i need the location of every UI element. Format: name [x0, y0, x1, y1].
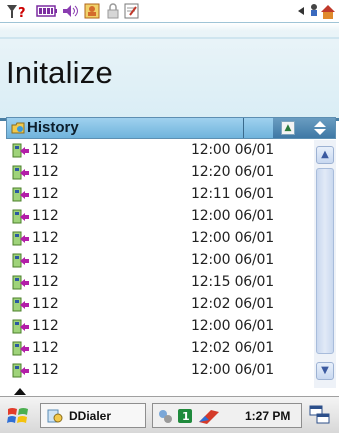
- call-time: 12:00 06/01: [191, 142, 274, 158]
- system-tray: 1 1:27 PM: [152, 403, 302, 428]
- call-time: 12:20 06/01: [191, 164, 274, 180]
- call-number: 112: [32, 274, 59, 290]
- history-folder-icon: [11, 122, 25, 134]
- history-row[interactable]: 112 12:02 06/01: [6, 295, 316, 314]
- call-number: 112: [32, 296, 59, 312]
- scroll-down-button[interactable]: ▼: [316, 362, 334, 380]
- title-stripe: [0, 37, 339, 39]
- volume-icon[interactable]: [62, 4, 80, 18]
- ddialer-task-button[interactable]: DDialer: [40, 403, 146, 428]
- call-time: 12:00 06/01: [191, 318, 274, 334]
- page-title: Initalize: [6, 55, 113, 90]
- filter-icon[interactable]: ▲: [281, 121, 295, 135]
- call-number: 112: [32, 252, 59, 268]
- header-tools: ▲: [273, 118, 335, 138]
- call-entry-icon: [12, 253, 29, 268]
- history-row[interactable]: 112 12:00 06/01: [6, 317, 316, 336]
- start-windows-icon[interactable]: [6, 405, 30, 427]
- svg-text:1: 1: [182, 410, 190, 423]
- notes-icon[interactable]: [124, 3, 140, 19]
- status-bar: ?: [0, 0, 339, 22]
- call-number: 112: [32, 164, 59, 180]
- call-entry-icon: [12, 275, 29, 290]
- battery-icon[interactable]: [36, 4, 58, 18]
- history-label: History: [27, 119, 79, 136]
- history-header[interactable]: History ▲: [6, 117, 336, 139]
- call-entry-icon: [12, 341, 29, 356]
- history-row[interactable]: 112 12:00 06/01: [6, 251, 316, 270]
- call-entry-icon: [12, 363, 29, 378]
- history-row[interactable]: 112 12:00 06/01: [6, 229, 316, 248]
- svg-text:?: ?: [18, 6, 26, 19]
- taskbar: DDialer 1 1:27 PM: [0, 396, 339, 433]
- scroll-thumb[interactable]: [316, 168, 334, 354]
- signal-unknown-icon[interactable]: ?: [6, 3, 28, 19]
- sort-icon[interactable]: [313, 120, 327, 136]
- history-row[interactable]: 112 12:15 06/01: [6, 273, 316, 292]
- network-icon[interactable]: [307, 2, 335, 20]
- ddialer-app-icon: [47, 409, 63, 423]
- list-scrollbar[interactable]: ▲ ▼: [314, 140, 336, 388]
- call-time: 12:00 06/01: [191, 252, 274, 268]
- call-time: 12:02 06/01: [191, 340, 274, 356]
- sim-icon[interactable]: 1: [177, 408, 193, 424]
- history-row[interactable]: 112 12:00 06/01: [6, 141, 316, 160]
- call-time: 12:00 06/01: [191, 208, 274, 224]
- call-number: 112: [32, 362, 59, 378]
- call-entry-icon: [12, 297, 29, 312]
- call-entry-icon: [12, 165, 29, 180]
- header-divider: [243, 118, 244, 138]
- call-time: 12:02 06/01: [191, 296, 274, 312]
- signal-flag-icon[interactable]: [197, 408, 221, 424]
- history-row[interactable]: 112 12:02 06/01: [6, 339, 316, 358]
- lock-icon[interactable]: [106, 3, 120, 19]
- call-entry-icon: [12, 187, 29, 202]
- call-entry-icon: [12, 209, 29, 224]
- call-entry-icon: [12, 231, 29, 246]
- call-time: 12:00 06/01: [191, 230, 274, 246]
- call-number: 112: [32, 186, 59, 202]
- back-arrow-icon[interactable]: [297, 6, 305, 16]
- call-number: 112: [32, 142, 59, 158]
- scroll-up-button[interactable]: ▲: [316, 146, 334, 164]
- call-entry-icon: [12, 143, 29, 158]
- call-entry-icon: [12, 319, 29, 334]
- call-number: 112: [32, 230, 59, 246]
- call-number: 112: [32, 340, 59, 356]
- clock[interactable]: 1:27 PM: [245, 409, 290, 423]
- history-list: 112 12:00 06/01 112 12:20 06/01 112 12:11 06/…: [6, 140, 316, 388]
- sync-icon[interactable]: [157, 408, 173, 424]
- task-app-label: DDialer: [69, 409, 112, 423]
- history-row[interactable]: 112 12:20 06/01: [6, 163, 316, 182]
- call-time: 12:15 06/01: [191, 274, 274, 290]
- status-right: [297, 0, 335, 22]
- call-time: 12:11 06/01: [191, 186, 274, 202]
- history-row[interactable]: 112 12:00 06/01: [6, 361, 316, 380]
- expand-arrow-icon[interactable]: [14, 388, 26, 395]
- call-number: 112: [32, 208, 59, 224]
- call-number: 112: [32, 318, 59, 334]
- history-row[interactable]: 112 12:00 06/01: [6, 207, 316, 226]
- title-bar: Initalize: [0, 22, 339, 121]
- history-row[interactable]: 112 12:11 06/01: [6, 185, 316, 204]
- switch-windows-icon[interactable]: [309, 405, 331, 425]
- call-time: 12:00 06/01: [191, 362, 274, 378]
- contacts-icon[interactable]: [84, 3, 102, 19]
